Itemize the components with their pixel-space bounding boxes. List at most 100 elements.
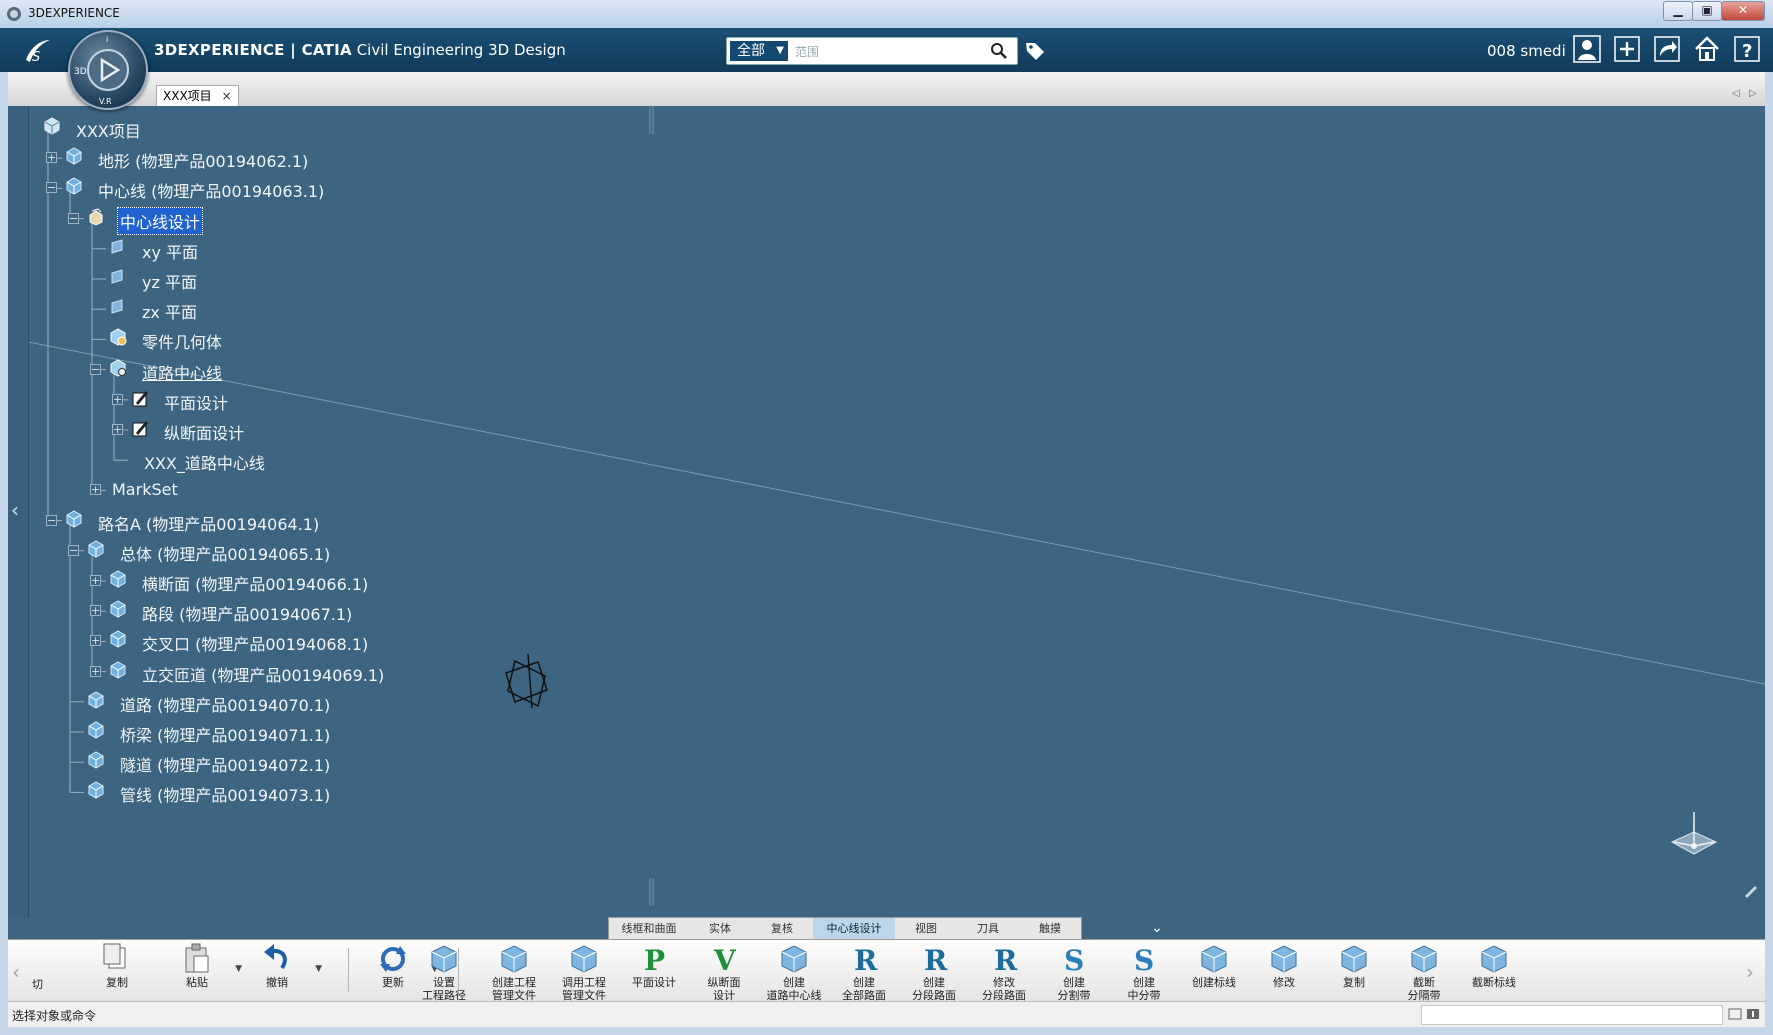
create-project-file-button[interactable]: 创建工程 管理文件	[478, 942, 550, 1002]
tree-node-label: XXX_道路中心线	[144, 454, 265, 474]
expand-icon[interactable]: +	[90, 575, 101, 586]
tree-node[interactable]: + 路段 (物理产品00194067.1)	[90, 599, 452, 624]
collapse-icon[interactable]: −	[46, 182, 57, 194]
3d-viewport[interactable]: ‹ XXX项目 + 地形 (物理产品00194062.1) − 中心线 (物理产品001…	[8, 106, 1765, 918]
tree-node[interactable]: − 总体 (物理产品00194065.1)	[68, 539, 430, 564]
tree-node[interactable]: 管线 (物理产品00194073.1)	[70, 780, 430, 806]
tag-icon[interactable]	[1024, 40, 1046, 62]
profile-icon[interactable]	[1572, 34, 1602, 64]
tree-node[interactable]: XXX项目	[26, 116, 386, 141]
tree-node[interactable]: − 道路中心线	[90, 358, 452, 383]
help-icon[interactable]: ?	[1732, 34, 1762, 64]
axis-triad-icon[interactable]	[1664, 806, 1724, 866]
create-divider-button[interactable]: S 创建 分割带	[1038, 942, 1110, 1002]
set-project-path-button[interactable]: 设置 工程路径	[408, 942, 480, 1002]
expand-icon[interactable]: +	[90, 484, 101, 496]
physical-product-icon	[88, 781, 104, 799]
share-icon[interactable]	[1652, 34, 1682, 64]
expand-icon[interactable]: +	[90, 665, 101, 677]
status-window-icon[interactable]	[1728, 1008, 1742, 1020]
tree-node[interactable]: − 中心线设计	[68, 206, 430, 235]
tree-node[interactable]: + 平面设计	[112, 388, 474, 413]
action-bar-scroll-right-icon[interactable]: ›	[1746, 960, 1754, 984]
section-tab[interactable]: 刀具	[957, 918, 1019, 940]
create-marking-button[interactable]: 创建标线	[1178, 942, 1250, 1000]
tree-node-label: 管线 (物理产品00194073.1)	[120, 786, 331, 806]
profile-design-button[interactable]: V 纵断面 设计	[688, 942, 760, 1002]
search-input[interactable]	[793, 41, 987, 63]
section-tab[interactable]: 实体	[689, 918, 751, 940]
expand-icon[interactable]: +	[112, 424, 123, 435]
copy-command-button[interactable]: 复制	[1318, 942, 1390, 1000]
load-project-file-button[interactable]: 调用工程 管理文件	[548, 942, 620, 1002]
dropdown-arrow-icon[interactable]: ▼	[315, 964, 322, 974]
status-info-icon[interactable]	[1746, 1008, 1760, 1020]
home-icon[interactable]	[1692, 34, 1722, 64]
tree-node[interactable]: XXX_道路中心线	[114, 448, 474, 474]
section-tab[interactable]: 线框和曲面	[609, 918, 689, 940]
collapse-icon[interactable]: −	[68, 544, 79, 556]
undo-button[interactable]: 撤销 ▼	[238, 942, 322, 1000]
expand-icon[interactable]: +	[90, 635, 101, 647]
tab-scroll-right-icon[interactable]: ▷	[1749, 88, 1757, 99]
chevron-down-icon[interactable]: ⌄	[1146, 918, 1168, 938]
section-tab[interactable]: 触摸	[1019, 918, 1081, 940]
compass-widget[interactable]: 3D V.R i	[68, 30, 148, 110]
section-tab[interactable]: 复核	[751, 918, 813, 940]
create-segment-pavement-icon: R	[924, 944, 948, 976]
search-scope-dropdown[interactable]: 全部 ▼	[730, 41, 788, 61]
document-tab[interactable]: XXX项目 ×	[156, 85, 239, 106]
tree-node[interactable]: + 立交匝道 (物理产品00194069.1)	[90, 660, 452, 685]
action-bar-scroll-left-icon[interactable]: ‹	[12, 960, 20, 984]
close-icon[interactable]: ×	[222, 89, 232, 103]
collapse-icon[interactable]: −	[68, 212, 79, 224]
tree-node[interactable]: + 纵断面设计	[112, 418, 474, 443]
cut-divider-button[interactable]: 截断 分隔带	[1388, 942, 1460, 1002]
plan-design-button[interactable]: P 平面设计	[618, 942, 690, 1000]
sketch-icon	[132, 390, 148, 407]
tree-node[interactable]: − 中心线 (物理产品00194063.1)	[46, 176, 408, 201]
expand-icon[interactable]: +	[112, 393, 123, 405]
search-icon[interactable]	[990, 42, 1008, 60]
expand-icon[interactable]: +	[90, 605, 101, 617]
command-input[interactable]	[1421, 1005, 1723, 1025]
close-button[interactable]: ✕	[1721, 1, 1765, 21]
tree-node[interactable]: + MarkSet	[90, 478, 452, 502]
brand-title: 3DEXPERIENCE | CATIA Civil Engineering 3…	[154, 41, 566, 59]
create-segment-pavement-button[interactable]: R 创建 分段路面	[898, 942, 970, 1002]
tree-node[interactable]: + 交叉口 (物理产品00194068.1)	[90, 629, 452, 654]
tree-node[interactable]: 零件几何体	[92, 327, 452, 352]
copy-button[interactable]: 复制	[78, 942, 156, 1000]
brand-prefix: 3DEXPERIENCE |	[154, 41, 302, 59]
create-median-button[interactable]: S 创建 中分带	[1108, 942, 1180, 1002]
modify-segment-pavement-button[interactable]: R 修改 分段路面	[968, 942, 1040, 1002]
tree-node[interactable]: + 横断面 (物理产品00194066.1)	[90, 569, 452, 594]
tree-node[interactable]: − 路名A (物理产品00194064.1)	[46, 509, 408, 534]
tree-node[interactable]: xy 平面	[92, 237, 452, 262]
tree-node[interactable]: yz 平面	[92, 267, 452, 292]
status-bar: 选择对象或命令	[8, 1001, 1765, 1028]
modify-button[interactable]: 修改	[1248, 942, 1320, 1000]
tree-node-label: 中心线设计	[116, 206, 204, 235]
section-tab[interactable]: 中心线设计	[813, 918, 895, 940]
expand-icon[interactable]: +	[46, 152, 57, 164]
tree-node[interactable]: zx 平面	[92, 297, 452, 322]
cut-marking-button[interactable]: 截断标线	[1458, 942, 1530, 1000]
paste-button[interactable]: 粘贴 ▼	[158, 942, 242, 1000]
plane-icon	[111, 269, 123, 284]
create-centerline-button[interactable]: 创建 道路中心线	[758, 942, 830, 1002]
section-tab[interactable]: 视图	[895, 918, 957, 940]
tree-node[interactable]: + 地形 (物理产品00194062.1)	[46, 146, 408, 171]
collapse-icon[interactable]: −	[90, 363, 101, 375]
tree-node[interactable]: 隧道 (物理产品00194072.1)	[70, 750, 430, 775]
collapse-icon[interactable]: −	[46, 514, 57, 526]
create-all-pavement-button[interactable]: R 创建 全部路面	[828, 942, 900, 1002]
minimize-button[interactable]: ▁	[1663, 1, 1693, 21]
maximize-button[interactable]: ▣	[1692, 1, 1722, 21]
tree-node[interactable]: 桥梁 (物理产品00194071.1)	[70, 720, 430, 745]
tree-node[interactable]: 道路 (物理产品00194070.1)	[70, 690, 430, 715]
create-all-pavement-icon: R	[854, 944, 878, 976]
user-name[interactable]: 008 smedi	[1487, 42, 1566, 60]
add-icon[interactable]	[1612, 34, 1642, 64]
tab-scroll-left-icon[interactable]: ◁	[1732, 88, 1740, 99]
